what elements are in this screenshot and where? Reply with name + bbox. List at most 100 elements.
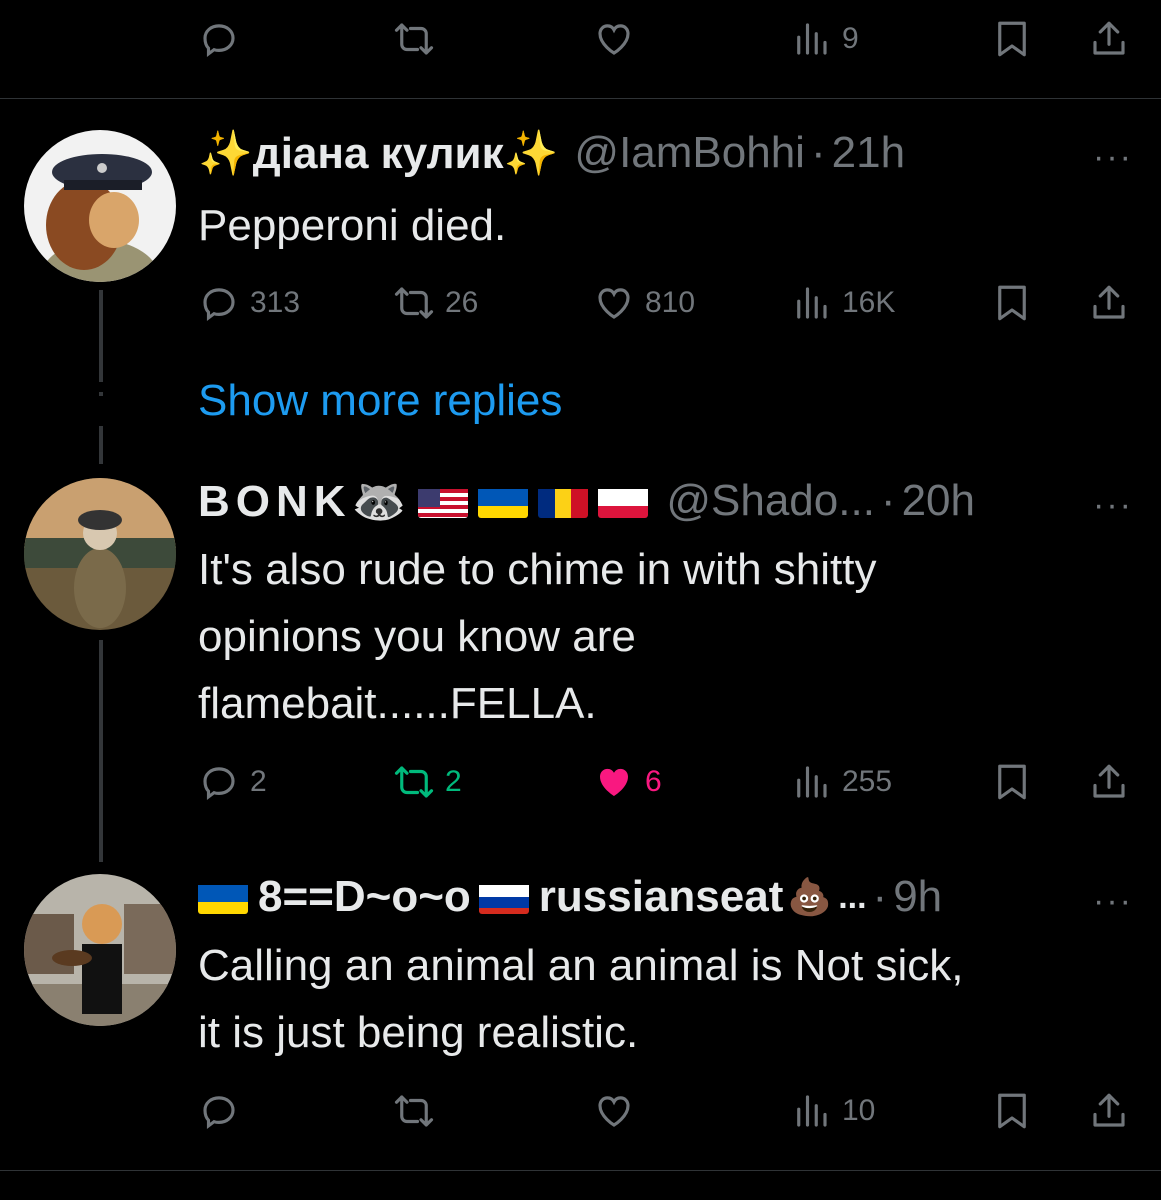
share-button[interactable] [1088,757,1130,807]
avatar[interactable] [24,478,176,630]
reply-icon [198,18,240,60]
timestamp[interactable]: 20h [902,476,975,526]
bookmark-button[interactable] [991,1086,1033,1136]
thread-line [99,640,103,862]
like-button[interactable] [593,14,635,64]
repost-button[interactable] [393,1086,435,1136]
repost-button[interactable]: 2 [393,757,462,807]
tweet-header: ✨діана кулик✨ @IamBohhi · 21h [198,126,905,180]
thread-line [99,426,103,464]
timestamp[interactable]: 21h [832,128,905,178]
tweet-actions: 2 2 6 255 [198,757,1133,807]
ukraine-flag-icon [478,484,529,518]
thread-line [99,290,103,382]
tweet-text: It's also rude to chime in with shitty o… [198,545,877,728]
repost-count: 2 [445,765,462,798]
show-more-replies-link[interactable]: Show more replies [198,376,562,426]
more-options-button[interactable]: ··· [1093,882,1133,921]
share-button[interactable] [1088,14,1130,64]
timestamp[interactable]: 9h [893,872,942,922]
views-count: 255 [842,765,893,798]
poop-emoji-icon: 💩 [787,876,833,917]
reply-count: 2 [250,765,267,798]
like-button[interactable]: 6 [593,757,662,807]
thread-dot [99,392,103,396]
name-ellipsis: ... [838,877,867,916]
poland-flag-icon [598,484,649,518]
separator: · [880,476,896,525]
share-icon [1088,1090,1130,1132]
reply-icon [198,282,240,324]
views-icon [790,1090,832,1132]
views-icon [790,282,832,324]
repost-icon [393,1090,435,1132]
views-button[interactable]: 10 [790,1086,875,1136]
reply-button[interactable]: 2 [198,757,267,807]
share-icon [1088,18,1130,60]
bookmark-button[interactable] [991,757,1033,807]
views-count: 10 [842,1094,876,1127]
tweet-header: 8==D~o~o russianseat 💩 ... · 9h [198,870,942,924]
like-count: 6 [645,765,662,798]
divider [0,1170,1161,1171]
avatar[interactable] [24,130,176,282]
display-name-prefix[interactable]: 8==D~o~o [258,872,471,922]
repost-icon [393,18,435,60]
views-count: 16K [842,286,896,319]
display-name-suffix[interactable]: russianseat [539,872,784,922]
separator: · [810,128,826,177]
reply-button[interactable] [198,1086,240,1136]
views-button[interactable]: 255 [790,757,892,807]
handle[interactable]: @Shado... [666,476,875,526]
heart-icon [593,18,635,60]
share-icon [1088,761,1130,803]
views-icon [790,18,832,60]
reply-button[interactable] [198,14,240,64]
divider [0,98,1161,99]
views-button[interactable]: 9 [790,14,859,64]
reply-button[interactable]: 313 [198,278,300,328]
like-count: 810 [645,286,696,319]
display-name[interactable]: ✨діана кулик✨ [198,127,558,179]
separator: · [872,872,888,921]
repost-button[interactable] [393,14,435,64]
more-options-button[interactable]: ··· [1093,138,1133,177]
avatar-image [24,130,176,282]
repost-count: 26 [445,286,479,319]
bookmark-button[interactable] [991,14,1033,64]
romania-flag-icon [538,484,589,518]
bookmark-icon [991,18,1033,60]
tweet-text: Pepperoni died. [198,201,507,250]
repost-button[interactable]: 26 [393,278,478,328]
reply-icon [198,761,240,803]
more-options-button[interactable]: ··· [1093,486,1133,525]
heart-icon [593,282,635,324]
reply-icon [198,1090,240,1132]
russia-flag-icon [478,880,529,914]
share-icon [1088,282,1130,324]
bookmark-icon [991,761,1033,803]
heart-filled-icon [593,761,635,803]
bookmark-icon [991,1090,1033,1132]
heart-icon [593,1090,635,1132]
like-button[interactable]: 810 [593,278,695,328]
bookmark-icon [991,282,1033,324]
avatar[interactable] [24,874,176,1026]
handle[interactable]: @IamBohhi [574,128,805,178]
tweet-text: Calling an animal an animal is Not sick,… [198,941,964,1057]
us-flag-icon [418,484,469,518]
bookmark-button[interactable] [991,278,1033,328]
top-tweet-actions: 9 [198,14,1133,64]
views-button[interactable]: 16K [790,278,895,328]
tweet-actions: 10 [198,1086,1133,1136]
share-button[interactable] [1088,278,1130,328]
display-name[interactable]: BONK🦝 [198,475,412,527]
avatar-image [24,874,176,1026]
tweet-header: BONK🦝 @Shado... · 20h [198,474,975,528]
repost-icon [393,282,435,324]
ukraine-flag-icon [198,880,248,914]
views-count: 9 [842,22,859,55]
views-icon [790,761,832,803]
share-button[interactable] [1088,1086,1130,1136]
like-button[interactable] [593,1086,635,1136]
